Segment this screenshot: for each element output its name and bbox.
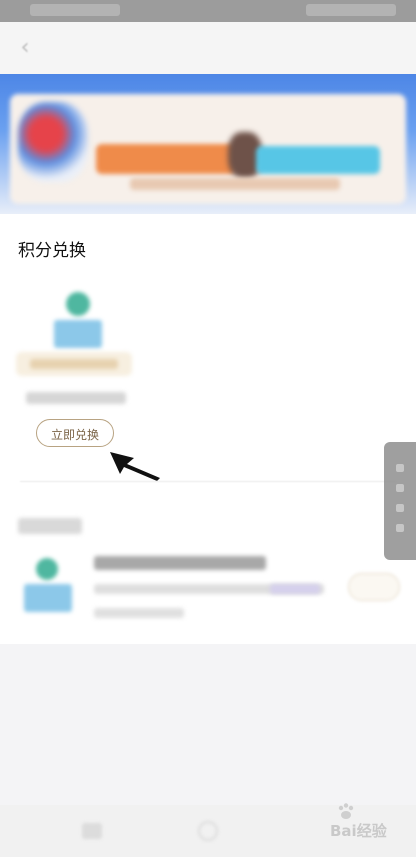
globe-icon: [36, 558, 58, 580]
logo-badge: [24, 584, 72, 612]
list-item-meta-2: [94, 608, 184, 618]
points-cost-text: [30, 359, 118, 369]
list-item-title: [94, 556, 266, 570]
watermark-text: Bai经验: [330, 822, 387, 840]
list-item-meta-highlight: [270, 584, 320, 594]
side-tab-glyph: [396, 484, 404, 492]
page-title: [120, 36, 296, 60]
paw-icon: [338, 803, 354, 819]
arrow-icon: [110, 452, 160, 481]
banner-caption: [130, 178, 340, 190]
status-bar-time: [30, 4, 120, 16]
home-icon[interactable]: [198, 821, 218, 841]
banner-orange-button: [96, 144, 236, 174]
nav-bar: ‹: [0, 22, 416, 74]
side-tab-glyph: [396, 464, 404, 472]
banner-cyan-button: [256, 146, 380, 174]
menu-icon[interactable]: [82, 823, 102, 839]
globe-icon: [66, 292, 90, 316]
section-title-2: [18, 518, 82, 534]
points-cost-tag: [16, 352, 132, 376]
item-logo: [48, 292, 108, 352]
floating-side-tab[interactable]: [384, 442, 416, 560]
status-bar: [0, 0, 416, 22]
list-item-button[interactable]: [348, 573, 400, 601]
promo-banner[interactable]: [0, 74, 416, 214]
item-name: [26, 392, 126, 404]
logo-badge: [54, 320, 102, 348]
side-tab-glyph: [396, 524, 404, 532]
back-icon[interactable]: ‹: [12, 33, 38, 63]
watermark: Bai经验: [330, 802, 414, 842]
banner-headline: [100, 108, 350, 134]
points-exchange-title: 积分兑换: [18, 241, 86, 261]
status-bar-indicators: [306, 4, 396, 16]
side-tab-glyph: [396, 504, 404, 512]
section-divider: [20, 481, 396, 482]
exchange-now-button[interactable]: 立即兑换: [36, 419, 114, 447]
banner-character-image: [18, 102, 88, 182]
list-item-logo: [20, 558, 76, 614]
